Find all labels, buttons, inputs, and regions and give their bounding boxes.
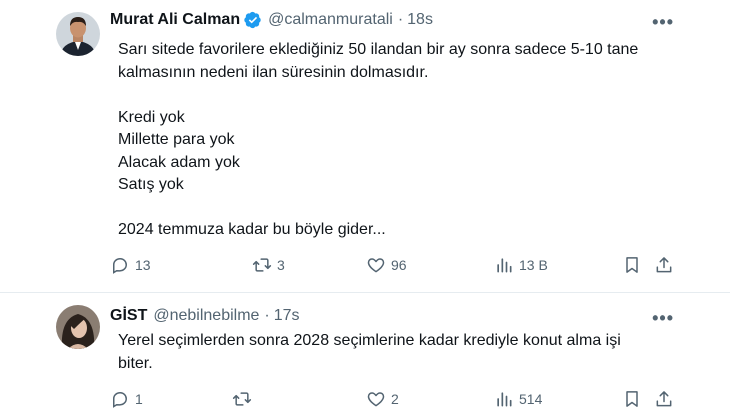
author-name[interactable]: GİST bbox=[110, 307, 147, 325]
bookmark-icon bbox=[626, 391, 638, 407]
verified-badge-icon bbox=[244, 11, 261, 29]
views-button[interactable]: 514 bbox=[494, 389, 542, 409]
like-icon bbox=[367, 392, 385, 407]
reply-icon bbox=[113, 392, 128, 408]
more-icon[interactable]: ••• bbox=[652, 12, 674, 33]
tweet-timestamp[interactable]: 18s bbox=[407, 11, 433, 29]
share-button[interactable] bbox=[654, 255, 674, 275]
like-count: 96 bbox=[391, 257, 407, 273]
author-handle[interactable]: @calmanmuratali bbox=[268, 11, 393, 29]
author-handle[interactable]: @nebilnebilme bbox=[153, 307, 259, 325]
reply-count: 13 bbox=[135, 257, 151, 273]
reply-icon bbox=[113, 258, 128, 274]
action-bar: 1 2 514 bbox=[110, 389, 678, 413]
more-icon[interactable]: ••• bbox=[652, 308, 674, 329]
views-icon bbox=[497, 258, 512, 273]
tweet-text: Sarı sitede favorilere eklediğiniz 50 il… bbox=[118, 41, 639, 238]
like-count: 2 bbox=[391, 391, 399, 407]
tweet-card[interactable]: Murat Ali Calman @calmanmuratali · 18s •… bbox=[0, 0, 730, 293]
retweet-icon bbox=[232, 392, 252, 406]
like-button[interactable]: 2 bbox=[366, 389, 399, 409]
retweet-button[interactable]: 3 bbox=[252, 255, 285, 275]
avatar[interactable] bbox=[56, 12, 100, 56]
share-button[interactable] bbox=[654, 389, 674, 409]
retweet-count: 3 bbox=[277, 257, 285, 273]
tweet-timestamp[interactable]: 17s bbox=[274, 307, 300, 325]
tweet-text: Yerel seçimlerden sonra 2028 seçimlerine… bbox=[118, 332, 621, 372]
bookmark-button[interactable] bbox=[622, 255, 642, 275]
action-bar: 13 3 96 13 B bbox=[110, 255, 678, 279]
like-icon bbox=[367, 258, 385, 273]
separator-dot: · bbox=[397, 11, 404, 28]
views-count: 13 B bbox=[519, 257, 548, 273]
retweet-icon bbox=[252, 258, 272, 272]
separator-dot: · bbox=[264, 307, 270, 324]
views-icon bbox=[497, 392, 512, 407]
bookmark-icon bbox=[626, 257, 638, 273]
tweet-card[interactable]: GİST @nebilnebilme · 17s ••• Yerel seçim… bbox=[0, 293, 730, 420]
share-icon bbox=[656, 391, 672, 407]
avatar[interactable] bbox=[56, 305, 100, 349]
like-button[interactable]: 96 bbox=[366, 255, 407, 275]
bookmark-button[interactable] bbox=[622, 389, 642, 409]
reply-button[interactable]: 13 bbox=[110, 255, 151, 275]
author-name[interactable]: Murat Ali Calman bbox=[110, 11, 240, 29]
views-count: 514 bbox=[519, 391, 543, 407]
share-icon bbox=[656, 257, 672, 273]
reply-button[interactable]: 1 bbox=[110, 389, 143, 409]
tweet-header: Murat Ali Calman @calmanmuratali · 18s bbox=[110, 11, 433, 29]
views-button[interactable]: 13 B bbox=[494, 255, 548, 275]
tweet-header: GİST @nebilnebilme · 17s bbox=[110, 307, 300, 325]
retweet-button[interactable] bbox=[232, 389, 252, 409]
reply-count: 1 bbox=[135, 391, 143, 407]
